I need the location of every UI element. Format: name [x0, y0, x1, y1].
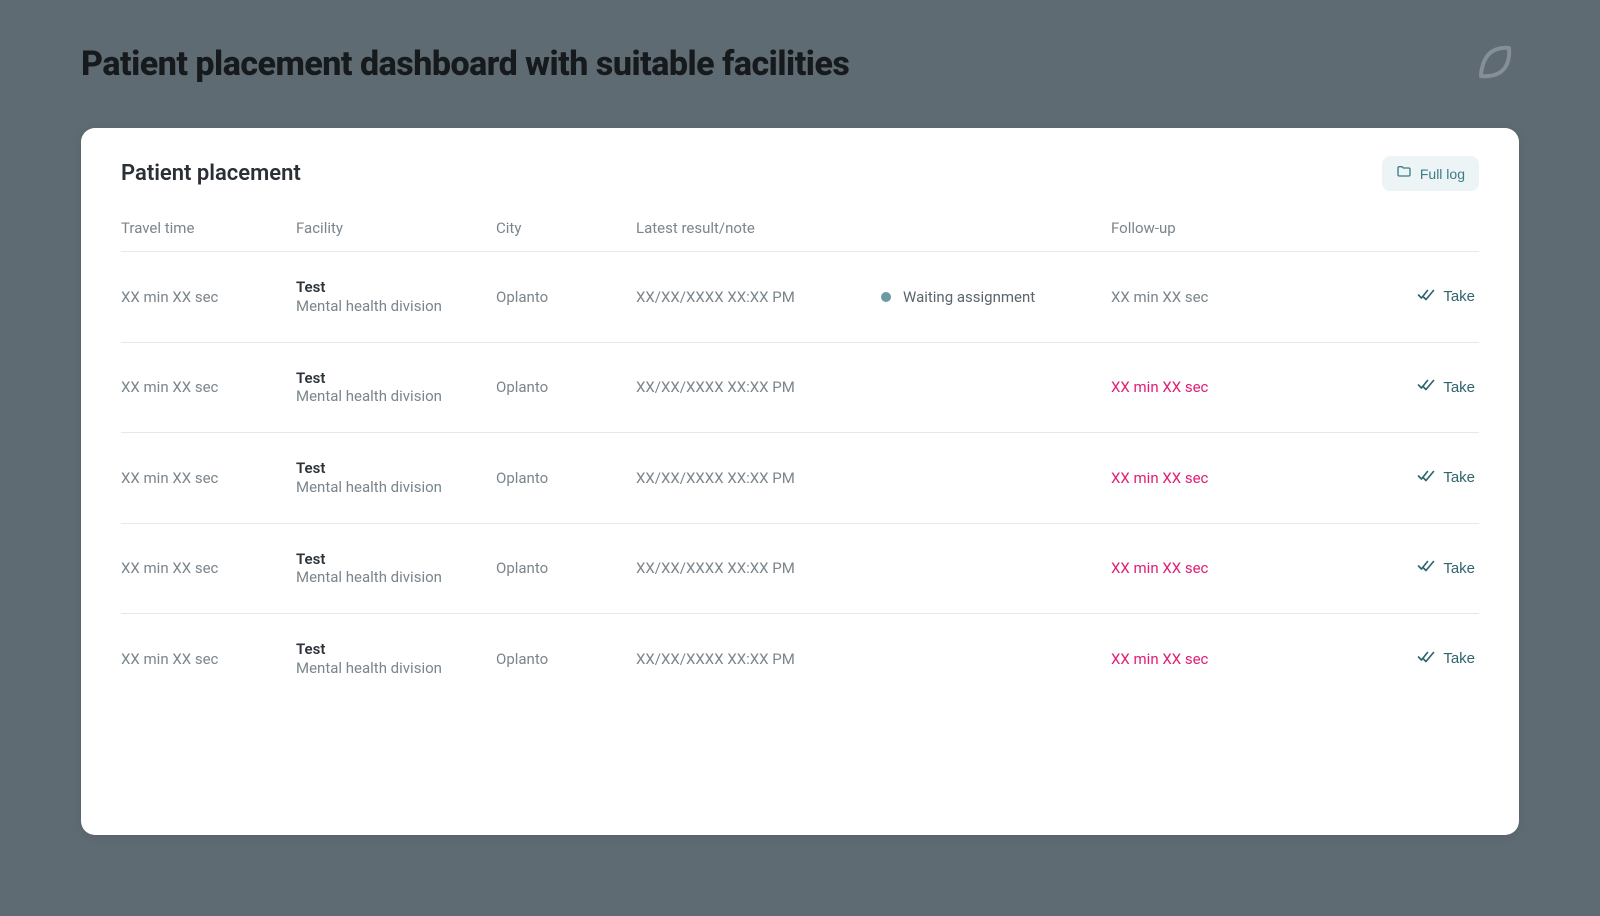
col-city: City [496, 219, 636, 237]
facility-subtitle: Mental health division [296, 387, 496, 406]
cell-city: Oplanto [496, 378, 636, 396]
facility-name: Test [296, 459, 496, 478]
col-latest: Latest result/note [636, 219, 881, 237]
col-followup: Follow-up [1111, 219, 1311, 237]
status-badge: Waiting assignment [881, 288, 1035, 306]
cell-status: Waiting assignment [881, 288, 1111, 306]
brand-leaf-icon [1471, 40, 1519, 88]
take-button[interactable]: Take [1411, 375, 1481, 399]
full-log-label: Full log [1420, 166, 1465, 182]
folder-icon [1396, 164, 1412, 183]
table-row: XX min XX sec Test Mental health divisio… [121, 342, 1479, 433]
take-label: Take [1443, 379, 1475, 396]
cell-followup: XX min XX sec [1111, 469, 1311, 487]
take-button[interactable]: Take [1411, 647, 1481, 671]
patient-placement-card: Patient placement Full log Travel time F… [81, 128, 1519, 835]
facility-subtitle: Mental health division [296, 478, 496, 497]
placements-table: Travel time Facility City Latest result/… [121, 207, 1479, 704]
facility-name: Test [296, 278, 496, 297]
table-row: XX min XX sec Test Mental health divisio… [121, 523, 1479, 614]
table-header: Travel time Facility City Latest result/… [121, 207, 1479, 251]
cell-city: Oplanto [496, 650, 636, 668]
cell-travel-time: XX min XX sec [121, 378, 296, 396]
cell-latest: XX/XX/XXXX XX:XX PM [636, 559, 881, 577]
status-text: Waiting assignment [903, 288, 1035, 306]
cell-action: Take [1311, 647, 1481, 671]
cell-facility: Test Mental health division [296, 369, 496, 407]
cell-city: Oplanto [496, 469, 636, 487]
take-label: Take [1443, 650, 1475, 667]
take-label: Take [1443, 288, 1475, 305]
cell-travel-time: XX min XX sec [121, 469, 296, 487]
cell-action: Take [1311, 375, 1481, 399]
cell-latest: XX/XX/XXXX XX:XX PM [636, 378, 881, 396]
cell-travel-time: XX min XX sec [121, 288, 296, 306]
cell-travel-time: XX min XX sec [121, 559, 296, 577]
cell-latest: XX/XX/XXXX XX:XX PM [636, 650, 881, 668]
cell-action: Take [1311, 466, 1481, 490]
table-row: XX min XX sec Test Mental health divisio… [121, 432, 1479, 523]
take-label: Take [1443, 560, 1475, 577]
take-button[interactable]: Take [1411, 466, 1481, 490]
double-check-icon [1417, 376, 1435, 398]
card-title: Patient placement [121, 161, 301, 186]
cell-followup: XX min XX sec [1111, 378, 1311, 396]
cell-action: Take [1311, 285, 1481, 309]
table-row: XX min XX sec Test Mental health divisio… [121, 613, 1479, 704]
double-check-icon [1417, 648, 1435, 670]
cell-facility: Test Mental health division [296, 278, 496, 316]
cell-city: Oplanto [496, 559, 636, 577]
cell-facility: Test Mental health division [296, 550, 496, 588]
col-facility: Facility [296, 219, 496, 237]
cell-action: Take [1311, 556, 1481, 580]
take-label: Take [1443, 469, 1475, 486]
facility-name: Test [296, 550, 496, 569]
cell-latest: XX/XX/XXXX XX:XX PM [636, 288, 881, 306]
facility-subtitle: Mental health division [296, 568, 496, 587]
cell-latest: XX/XX/XXXX XX:XX PM [636, 469, 881, 487]
facility-subtitle: Mental health division [296, 297, 496, 316]
cell-facility: Test Mental health division [296, 459, 496, 497]
cell-followup: XX min XX sec [1111, 288, 1311, 306]
cell-travel-time: XX min XX sec [121, 650, 296, 668]
cell-facility: Test Mental health division [296, 640, 496, 678]
page-title: Patient placement dashboard with suitabl… [81, 44, 849, 84]
cell-followup: XX min XX sec [1111, 559, 1311, 577]
facility-name: Test [296, 640, 496, 659]
facility-name: Test [296, 369, 496, 388]
facility-subtitle: Mental health division [296, 659, 496, 678]
double-check-icon [1417, 467, 1435, 489]
cell-followup: XX min XX sec [1111, 650, 1311, 668]
double-check-icon [1417, 286, 1435, 308]
double-check-icon [1417, 557, 1435, 579]
col-travel-time: Travel time [121, 219, 296, 237]
status-dot-icon [881, 292, 891, 302]
take-button[interactable]: Take [1411, 556, 1481, 580]
cell-city: Oplanto [496, 288, 636, 306]
table-row: XX min XX sec Test Mental health divisio… [121, 251, 1479, 342]
full-log-button[interactable]: Full log [1382, 156, 1479, 191]
take-button[interactable]: Take [1411, 285, 1481, 309]
